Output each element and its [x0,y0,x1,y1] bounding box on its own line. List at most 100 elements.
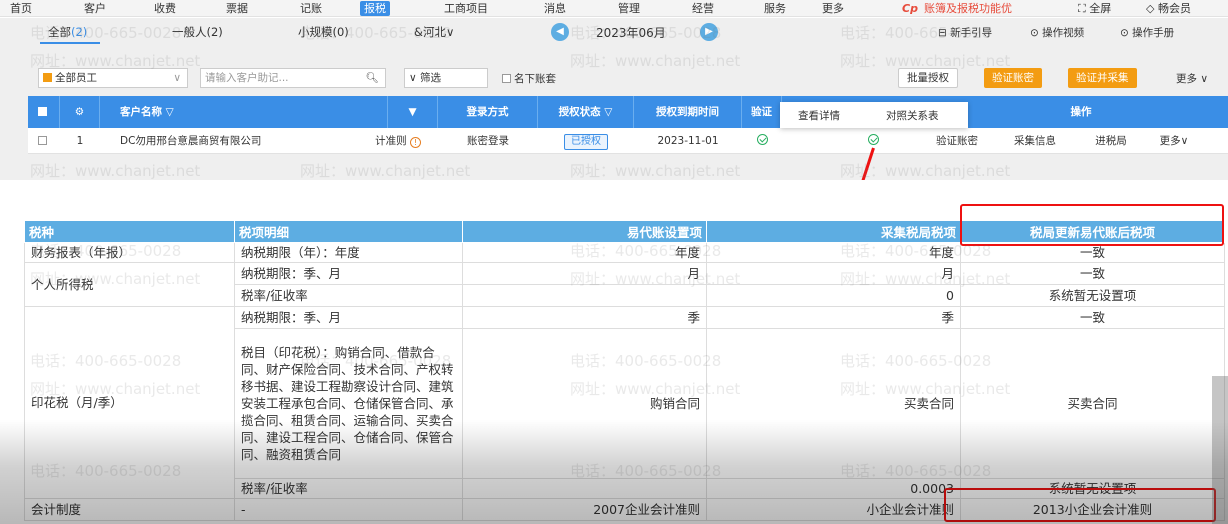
view-detail-menu-item[interactable]: 查看详情 [798,108,840,123]
book-icon: ⊙ [1120,27,1129,39]
setting-cell [462,284,707,307]
manual-link[interactable]: ⊙ 操作手册 [1120,25,1174,40]
nav-item-service[interactable]: 服务 [760,1,790,16]
video-link[interactable]: ⊙ 操作视频 [1030,25,1084,40]
row-more-label: 更多 [1159,135,1181,147]
nav-item-customer[interactable]: 客户 [80,1,110,16]
col-standard[interactable]: ▼ [388,96,438,128]
tab-all-label: 全部 [48,25,71,39]
tax-item-cell: 纳税期限（年）：年度 [234,242,463,263]
tab-general[interactable]: 一般人(2) [172,24,223,40]
updated-cell: 买卖合同 [960,328,1225,479]
setting-cell: 2007企业会计准则 [462,498,707,521]
nav-item-fee[interactable]: 收费 [150,1,180,16]
status-badge: 已授权 [564,134,608,150]
tab-active-indicator [40,42,100,44]
nav-item-manage[interactable]: 管理 [614,1,644,16]
customer-name[interactable]: DC勿用邢台意晨商贸有限公司 [100,128,388,154]
updated-cell: 一致 [960,262,1225,285]
scrollbar[interactable] [1212,376,1228,524]
tax-type-cell: 个人所得税 [24,262,235,307]
row-more-dropdown[interactable]: 更多∨ [1144,128,1204,154]
promo-banner[interactable]: Cp 账簿及报税功能优 [902,1,1012,16]
nav-item-tax[interactable]: 报税 [360,1,390,16]
collected-cell: 0.0003 [706,478,961,499]
nav-item-operate[interactable]: 经营 [688,1,718,16]
tab-all[interactable]: 全部(2) [48,24,87,40]
filter-label: 筛选 [420,72,442,84]
nav-item-more[interactable]: 更多 [818,1,848,16]
more-popup-menu: 查看详情 对照关系表 [780,102,968,128]
staff-select[interactable]: 全部员工 ∨ [38,68,188,88]
col-customer-name-label: 客户名称 [120,106,162,118]
setting-cell [462,478,707,499]
search-placeholder: 请输入客户助记... [205,72,289,84]
fullscreen-icon: ⛶ [1078,2,1086,15]
nav-item-bookkeeping[interactable]: 记账 [296,1,326,16]
enter-tax-bureau-link[interactable]: 进税局 [1076,128,1146,154]
warning-icon[interactable]: ! [409,137,421,148]
filter-icon: ▽ [604,106,613,118]
col-tax-item: 税项明细 [234,220,463,243]
accounting-standard: 计准则 ! [358,128,438,154]
collect-info-link[interactable]: 采集信息 [1000,128,1070,154]
nav-item-business[interactable]: 工商项目 [440,1,492,16]
nav-item-home[interactable]: 首页 [6,1,36,16]
table-row: 个人所得税 纳税期限：季、月 月 月 一致 [24,262,1225,307]
verify-collect-button[interactable]: 验证并采集 [1068,68,1137,88]
filter-button[interactable]: ∨ 筛选 [404,68,488,88]
comparison-table-menu-item[interactable]: 对照关系表 [886,108,939,123]
chevron-down-icon: ∨ [445,25,455,39]
gear-icon: ⚙ [74,106,85,118]
tab-small-scale[interactable]: 小规模(0) [298,24,349,40]
checkbox-icon [502,74,511,83]
col-ydz-setting: 易代账设置项 [462,220,707,243]
search-input[interactable]: 请输入客户助记... 🔍︎ [200,68,386,88]
select-all-checkbox[interactable] [28,96,60,128]
highlight-box-header [960,204,1224,246]
next-month-button[interactable]: ▶ [700,23,718,41]
search-icon[interactable]: 🔍︎ [366,69,379,87]
accounting-standard-label: 计准则 [375,135,407,147]
current-month: 2023年06月 [596,26,666,40]
guide-icon: ⊟ [938,27,947,39]
table-row[interactable]: 1 DC勿用邢台意晨商贸有限公司 计准则 ! 账密登录 已授权 2023-11-… [28,128,1228,154]
vip-label: 畅会员 [1157,2,1191,15]
col-auth-status[interactable]: 授权状态 ▽ [538,96,634,128]
col-login: 登录方式 [438,96,538,128]
col-actions-label: 操作 [1070,106,1092,118]
row-checkbox[interactable] [28,128,60,154]
under-account-checkbox[interactable]: 名下账套 [502,71,556,86]
col-customer-name[interactable]: 客户名称 ▽ [100,96,388,128]
chevron-right-icon: ▶ [705,26,713,37]
verify-password-button[interactable]: 验证账密 [984,68,1042,88]
more-dropdown[interactable]: 更多 ∨ [1176,71,1208,86]
fullscreen-label: 全屏 [1089,2,1112,15]
fullscreen-button[interactable]: ⛶ 全屏 [1078,1,1111,16]
table-row: 印花税（月/季） 纳税期限：季、月 季 季 一致 [24,306,1225,499]
grid-header: ⚙ 客户名称 ▽ ▼ 登录方式 授权状态 ▽ 授权到期时间 验证 操作 [28,96,1228,128]
batch-auth-button[interactable]: 批量授权 [898,68,958,88]
auth-expire-date: 2023-11-01 [657,135,719,147]
top-nav: 首页 客户 收费 票据 记账 报税 工商项目 消息 管理 经营 服务 更多 Cp… [0,0,1228,17]
region-select[interactable]: &河北∨ [414,24,454,40]
highlight-box-accounting [944,488,1216,522]
setting-cell: 购销合同 [462,328,707,479]
col-tax-type: 税种 [24,220,235,243]
staff-label: 全部员工 [55,72,97,84]
nav-item-invoice[interactable]: 票据 [222,1,252,16]
updated-cell: 一致 [960,306,1225,329]
vip-button[interactable]: ◇ 畅会员 [1146,1,1191,16]
verify-status [742,128,782,154]
tax-item-cell: 税目（印花税）：购销合同、借款合同、财产保险合同、技术合同、产权转移书据、建设工… [234,328,463,479]
tax-type-cell: 会计制度 [24,498,235,521]
nav-item-message[interactable]: 消息 [540,1,570,16]
filter-icon: ▽ [165,106,174,118]
tax-item-cell: - [234,498,463,521]
guide-link[interactable]: ⊟ 新手引导 [938,25,992,40]
verify-password-link[interactable]: 验证账密 [922,128,992,154]
prev-month-button[interactable]: ◀ [551,23,569,41]
chanjet-logo: Cp [902,2,918,15]
settings-column[interactable]: ⚙ [60,96,100,128]
collected-cell: 买卖合同 [706,328,961,479]
